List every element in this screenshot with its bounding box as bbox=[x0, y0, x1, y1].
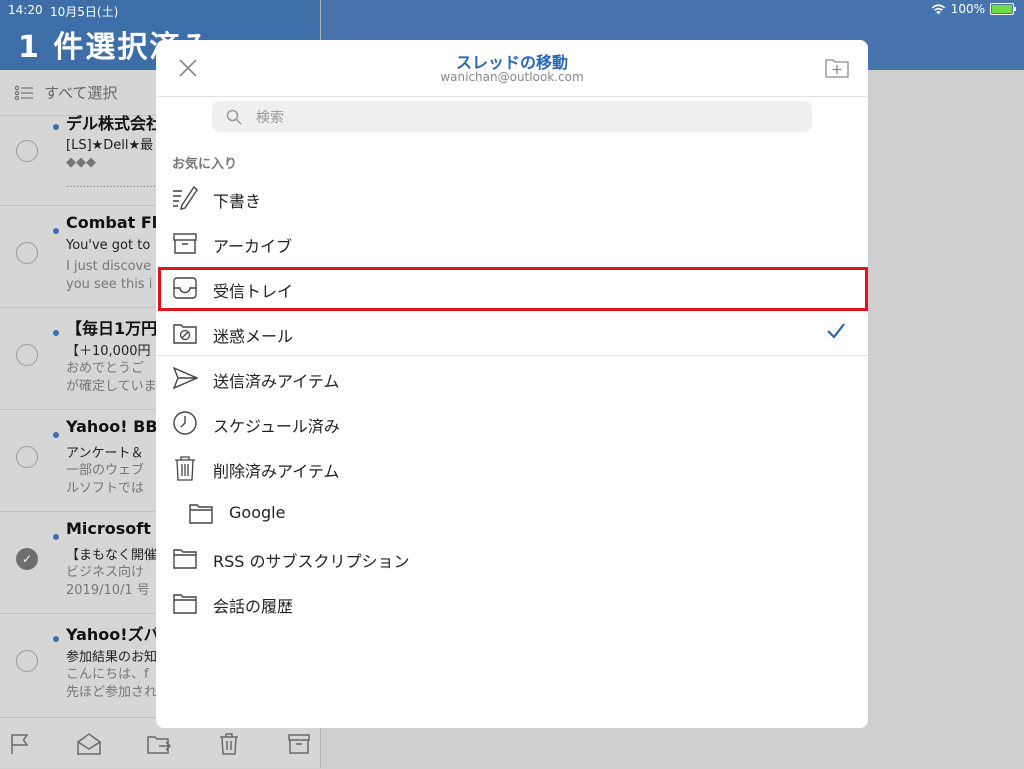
folder-archive[interactable]: アーカイブ bbox=[156, 220, 868, 265]
new-folder-icon[interactable] bbox=[824, 56, 850, 80]
dialog-header: スレッドの移動 wanichan@outlook.com bbox=[156, 40, 868, 97]
move-thread-dialog: スレッドの移動 wanichan@outlook.com お気に入り 下書き ア… bbox=[156, 40, 868, 728]
checkmark-icon bbox=[827, 323, 845, 339]
mail-subject: アンケート＆ bbox=[66, 446, 144, 461]
mail-preview-extra: ルソフトでは bbox=[66, 481, 145, 496]
inbox-icon bbox=[173, 277, 197, 299]
select-all-button[interactable]: すべて選択 bbox=[14, 82, 117, 103]
unread-dot bbox=[53, 330, 59, 336]
mail-preview: こんにちは、f bbox=[66, 667, 149, 682]
wifi-icon bbox=[931, 4, 945, 14]
battery-percent: 100% bbox=[950, 2, 985, 16]
trash-icon[interactable] bbox=[218, 732, 240, 756]
folder-junk[interactable]: 迷惑メール bbox=[156, 310, 868, 355]
drafts-icon bbox=[173, 185, 198, 210]
folder-deleted[interactable]: 削除済みアイテム bbox=[156, 445, 868, 490]
folder-scheduled[interactable]: スケジュール済み bbox=[156, 400, 868, 445]
unread-dot bbox=[53, 228, 59, 234]
archive-icon bbox=[173, 233, 197, 254]
status-bar: 14:20 10月5日(土) 100% bbox=[0, 0, 1024, 20]
status-right: 100% bbox=[931, 2, 1016, 16]
folder-label: 下書き bbox=[213, 192, 262, 211]
folder-icon bbox=[173, 549, 197, 569]
mail-preview-extra: 2019/10/1 号 bbox=[66, 583, 150, 598]
select-radio[interactable] bbox=[16, 650, 38, 672]
folder-sent[interactable]: 送信済みアイテム bbox=[156, 355, 868, 400]
unread-dot bbox=[53, 124, 59, 130]
folder-label: Google bbox=[229, 503, 286, 522]
account-email: wanichan@outlook.com bbox=[440, 70, 584, 84]
battery-icon bbox=[990, 3, 1016, 15]
unread-dot bbox=[53, 636, 59, 642]
folder-label: RSS のサブスクリプション bbox=[213, 552, 410, 571]
search-input[interactable] bbox=[254, 101, 798, 134]
status-date: 10月5日(土) bbox=[50, 5, 119, 19]
select-radio[interactable] bbox=[16, 140, 38, 162]
sent-icon bbox=[172, 366, 198, 390]
mail-preview: ビジネス向け bbox=[66, 565, 145, 580]
folder-label: 迷惑メール bbox=[213, 327, 294, 346]
status-time: 14:20 bbox=[8, 3, 43, 17]
junk-icon bbox=[173, 324, 197, 344]
mail-subject: 参加結果のお知 bbox=[66, 650, 158, 665]
folder-label: スケジュール済み bbox=[213, 417, 340, 436]
mail-preview: I just discove bbox=[66, 259, 152, 274]
folder-conversation-history[interactable]: 会話の履歴 bbox=[156, 580, 868, 625]
section-favorites: お気に入り bbox=[172, 157, 238, 172]
move-folder-icon[interactable] bbox=[146, 732, 172, 756]
folder-label: 送信済みアイテム bbox=[213, 372, 340, 391]
folder-label: アーカイブ bbox=[213, 237, 293, 256]
folder-drafts[interactable]: 下書き bbox=[156, 175, 868, 220]
mail-subject: [LS]★Dell★最 bbox=[66, 138, 154, 153]
unread-dot bbox=[53, 534, 59, 540]
mail-preview-extra: が確定していま bbox=[66, 379, 157, 394]
select-radio[interactable] bbox=[16, 344, 38, 366]
search-icon bbox=[226, 109, 242, 125]
list-check-icon bbox=[14, 85, 33, 100]
mail-subject: 【＋10,000円 bbox=[66, 344, 151, 359]
search-box bbox=[212, 101, 812, 134]
folder-inbox[interactable]: 受信トレイ bbox=[156, 265, 868, 310]
folder-label: 削除済みアイテム bbox=[213, 462, 340, 481]
mail-preview-extra: 先ほど参加され bbox=[66, 685, 158, 700]
mail-subject: 【まもなく開催 bbox=[66, 548, 158, 563]
select-all-label: すべて選択 bbox=[44, 84, 118, 102]
folder-label: 会話の履歴 bbox=[213, 597, 294, 616]
folder-google[interactable]: Google bbox=[156, 490, 868, 535]
select-radio[interactable] bbox=[16, 242, 38, 264]
mark-read-icon[interactable] bbox=[76, 732, 102, 756]
mail-preview: ◆◆◆ bbox=[66, 155, 96, 170]
flag-icon[interactable] bbox=[8, 732, 32, 756]
clock-icon bbox=[173, 411, 197, 435]
folder-icon bbox=[189, 504, 213, 524]
select-radio[interactable] bbox=[16, 446, 38, 468]
trash-icon bbox=[175, 456, 195, 481]
folder-rss[interactable]: RSS のサブスクリプション bbox=[156, 535, 868, 580]
folder-icon bbox=[173, 594, 197, 614]
mail-preview-extra: you see this i bbox=[66, 277, 153, 292]
unread-dot bbox=[53, 432, 59, 438]
mail-subject: You've got to bbox=[66, 238, 151, 253]
select-radio-checked[interactable]: ✓ bbox=[16, 548, 38, 570]
archive-icon[interactable] bbox=[287, 732, 311, 756]
mail-preview: おめでとうご bbox=[66, 361, 145, 376]
mail-preview: 一部のウェブ bbox=[66, 463, 145, 478]
folder-label: 受信トレイ bbox=[213, 282, 294, 301]
